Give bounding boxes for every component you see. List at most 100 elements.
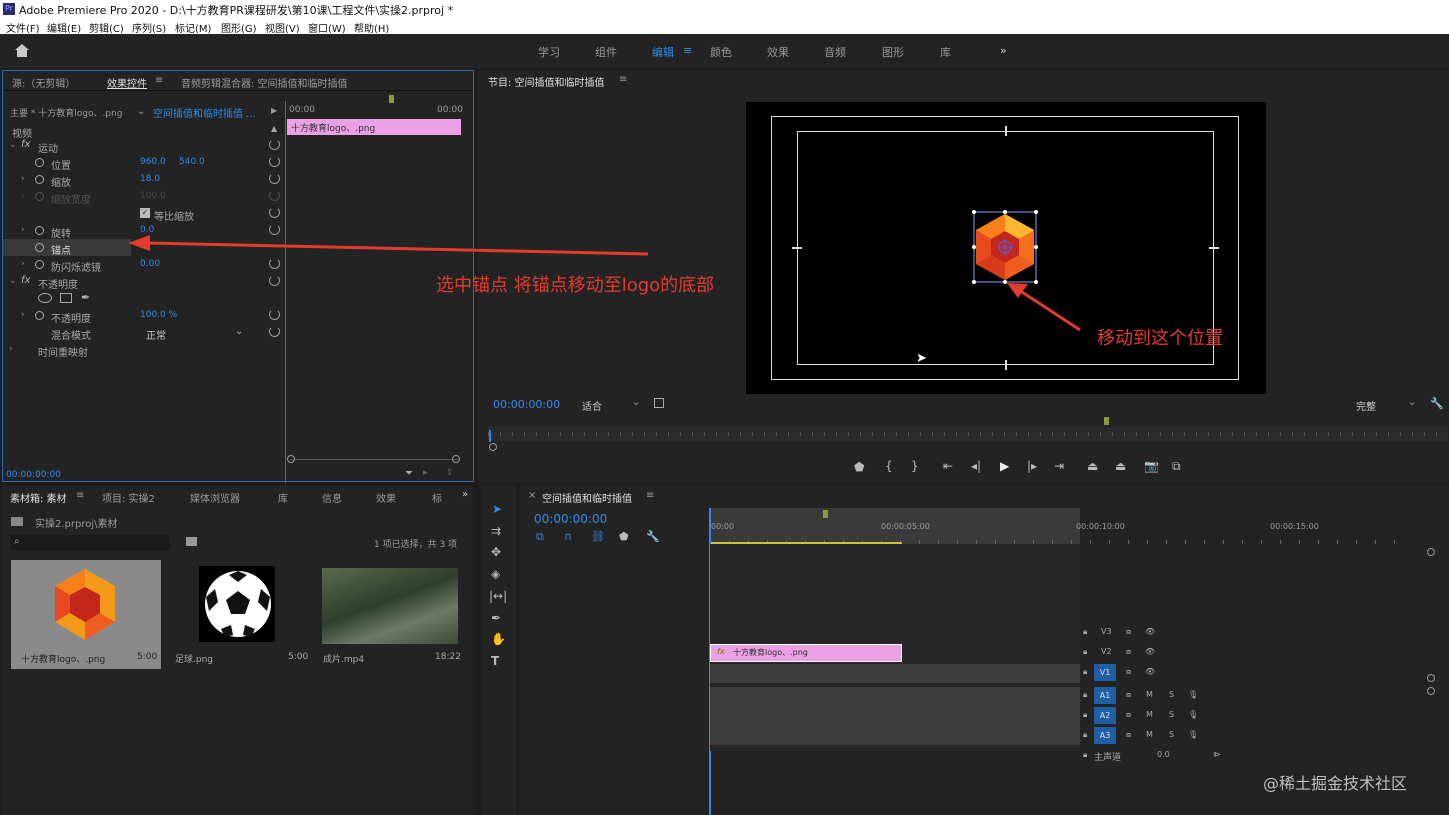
add-marker-icon[interactable]: ⬟ (854, 460, 864, 474)
home-icon[interactable] (14, 43, 30, 58)
step-forward-icon[interactable]: |▸ (1027, 459, 1037, 473)
mark-in-icon[interactable]: { (885, 459, 893, 473)
close-icon[interactable]: × (528, 490, 536, 501)
opacity-section-row[interactable]: ⌄ fx 不透明度 (3, 273, 285, 291)
menu-sequence[interactable]: 序列(S) (132, 20, 166, 35)
extract-icon[interactable]: ⏏ (1115, 459, 1126, 473)
fit-chevron-icon[interactable]: ⌄ (632, 397, 640, 408)
workspace-graphics[interactable]: 图形 (882, 44, 904, 60)
ec-timecode[interactable]: 00:00:00:00 (6, 470, 61, 480)
workspace-libraries[interactable]: 库 (940, 44, 951, 60)
blend-mode-select[interactable]: 正常 (146, 327, 166, 342)
sequence-marker[interactable] (823, 510, 828, 518)
timeline-settings-icon[interactable]: 🔧 (646, 530, 660, 543)
tab-bin-footage[interactable]: 素材箱: 素材 (10, 490, 67, 505)
step-back-icon[interactable]: ◂| (971, 459, 981, 473)
playhead-marker[interactable] (389, 95, 394, 103)
safe-margins-icon[interactable] (654, 398, 664, 408)
scroll-handle-top[interactable] (1427, 548, 1435, 556)
position-x[interactable]: 960.0 (140, 157, 166, 167)
position-row[interactable]: 位置 960.0 540.0 (3, 154, 285, 172)
fit-select[interactable]: 适合 (582, 398, 602, 413)
logo-graphic-icon[interactable] (972, 210, 1038, 286)
sequence-clip-link[interactable]: 空间插值和临时插值 ... (153, 105, 256, 120)
menu-help[interactable]: 帮助(H) (354, 20, 389, 35)
tab-effect-controls[interactable]: 效果控件 (107, 75, 147, 90)
tab-source[interactable]: 源:（无剪辑） (12, 75, 75, 90)
tab-markers[interactable]: 标 (432, 490, 442, 505)
new-bin-icon[interactable] (186, 537, 197, 546)
scale-value[interactable]: 18.0 (140, 174, 160, 184)
snap-icon[interactable]: ∩ (564, 530, 572, 543)
tab-menu-icon[interactable]: ≡ (155, 75, 163, 86)
menu-window[interactable]: 窗口(W) (308, 20, 346, 35)
workspace-overflow-icon[interactable]: » (1000, 44, 1007, 57)
workspace-menu-icon[interactable]: ≡ (683, 44, 692, 57)
menu-edit[interactable]: 编辑(E) (47, 20, 81, 35)
menu-clip[interactable]: 剪辑(C) (89, 20, 124, 35)
workspace-audio[interactable]: 音频 (824, 44, 846, 60)
ec-clip-bar[interactable]: 十方教育logo、.png (287, 119, 461, 135)
nest-icon[interactable]: ⧉ (536, 530, 544, 544)
rectangle-mask-icon[interactable] (60, 293, 72, 303)
program-monitor-title[interactable]: 节目: 空间插值和临时插值 (488, 74, 605, 89)
track-target-a2[interactable]: A2 (1094, 707, 1116, 724)
program-in-marker[interactable] (1104, 417, 1109, 425)
zoom-handle-left[interactable] (287, 455, 295, 463)
quality-select[interactable]: 完整 (1356, 398, 1376, 413)
play-triangle-icon[interactable]: ▶ (271, 106, 277, 115)
go-to-in-icon[interactable]: ⇤ (943, 459, 953, 473)
chevron-down-icon[interactable]: ⌄ (137, 106, 145, 117)
project-search-input[interactable]: ⌕ (10, 535, 170, 550)
menu-markers[interactable]: 标记(M) (175, 20, 211, 35)
track-target-a1[interactable]: A1 (1094, 687, 1116, 704)
scale-row[interactable]: › 缩放 18.0 (3, 171, 285, 189)
program-timecode[interactable]: 00:00:00:00 (493, 398, 560, 411)
track-target-a3[interactable]: A3 (1094, 727, 1116, 744)
play-icon[interactable]: ▶ (1000, 459, 1009, 473)
bin-menu-icon[interactable]: ≡ (76, 490, 84, 501)
position-y[interactable]: 540.0 (179, 157, 205, 167)
project-item-logo[interactable]: 十方教育logo、.png 5:00 (11, 560, 161, 669)
scrub-handle[interactable] (489, 443, 497, 451)
workspace-assembly[interactable]: 组件 (595, 44, 617, 60)
opacity-value[interactable]: 100.0 % (140, 310, 177, 320)
rotation-value[interactable]: 0.0 (140, 225, 154, 235)
anti-flicker-value[interactable]: 0.00 (140, 259, 160, 269)
razor-tool-icon[interactable]: ◈ (491, 567, 500, 581)
tab-info[interactable]: 信息 (322, 490, 342, 505)
type-tool-icon[interactable]: T (491, 654, 499, 668)
tab-libraries[interactable]: 库 (278, 490, 288, 505)
scroll-handle-audio[interactable] (1427, 687, 1435, 695)
ellipse-mask-icon[interactable] (38, 293, 52, 303)
wrench-icon[interactable]: 🔧 (1430, 397, 1444, 410)
timeline-timecode[interactable]: 00:00:00:00 (534, 512, 607, 526)
tab-media-browser[interactable]: 媒体浏览器 (190, 490, 240, 505)
track-select-tool-icon[interactable]: ⇉ (491, 524, 501, 538)
selection-tool-icon[interactable]: ➤ (492, 502, 502, 516)
panel-overflow-icon[interactable]: » (462, 489, 468, 500)
pen-tool-icon[interactable]: ✒ (491, 611, 501, 625)
slip-tool-icon[interactable]: |↔| (489, 589, 507, 603)
filter-icon[interactable]: ⏷ (405, 468, 413, 479)
camera-icon[interactable]: 📷 (1144, 459, 1159, 473)
time-remap-row[interactable]: › 时间重映射 (3, 341, 285, 359)
tab-audio-mixer[interactable]: 音频剪辑混合器: 空间插值和临时插值 (181, 75, 348, 90)
track-target-v1[interactable]: V1 (1094, 664, 1116, 681)
menu-file[interactable]: 文件(F) (6, 20, 40, 35)
workspace-editing[interactable]: 编辑 (652, 44, 674, 60)
export-icon[interactable]: ⇪ (446, 468, 454, 478)
mark-out-icon[interactable]: } (911, 459, 919, 473)
tab-effects[interactable]: 效果 (376, 490, 396, 505)
program-playhead[interactable] (489, 430, 491, 442)
program-video-frame[interactable]: ➤ (746, 102, 1266, 394)
tab-project[interactable]: 项目: 实操2 (102, 490, 155, 505)
project-item-football[interactable]: 足球.png 5:00 (167, 560, 312, 669)
timeline-clip-logo[interactable]: 十方教育logo、.png (710, 644, 902, 662)
anti-flicker-row[interactable]: › 防闪烁滤镜 0.00 (3, 256, 285, 274)
add-marker-icon[interactable]: ⬟ (619, 530, 629, 543)
project-item-video[interactable]: 成片.mp4 18:22 (318, 560, 463, 669)
workspace-color[interactable]: 颜色 (710, 44, 732, 60)
zoom-handle-right[interactable] (452, 455, 460, 463)
pen-mask-icon[interactable]: ✒ (81, 291, 90, 304)
